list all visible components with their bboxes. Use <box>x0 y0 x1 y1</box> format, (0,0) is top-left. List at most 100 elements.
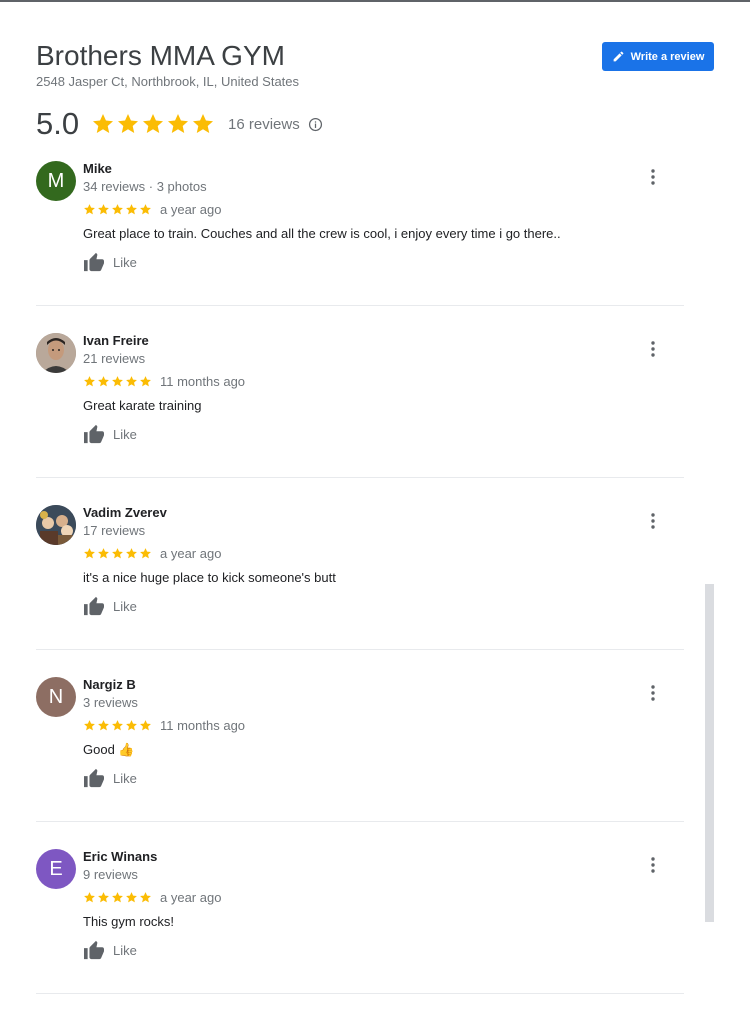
star-icon <box>126 204 137 215</box>
rating-stars <box>83 203 152 216</box>
thumbs-up-icon <box>83 252 105 272</box>
review-date: 11 months ago <box>160 718 246 733</box>
thumbs-up-icon <box>83 940 105 960</box>
star-icon <box>98 720 109 731</box>
more-options-icon[interactable] <box>644 684 662 702</box>
avatar-letter: M <box>47 169 65 192</box>
review-rating: a year ago <box>83 202 221 217</box>
star-icon <box>112 204 123 215</box>
star-icon <box>84 720 95 731</box>
divider <box>36 993 684 994</box>
thumbs-up-icon <box>83 424 105 444</box>
review-text: Great place to train. Couches and all th… <box>83 226 561 241</box>
more-options-icon[interactable] <box>644 168 662 186</box>
review-rating: 11 months ago <box>83 374 245 389</box>
pencil-icon <box>612 50 625 63</box>
reviewer-meta: 17 reviews <box>83 523 146 538</box>
star-icon <box>140 548 151 559</box>
star-icon <box>112 376 123 387</box>
thumbs-up-icon <box>83 596 105 616</box>
info-icon[interactable] <box>308 117 323 132</box>
like-button[interactable]: Like <box>83 940 137 960</box>
write-review-label: Write a review <box>630 50 705 63</box>
reviewer-name[interactable]: Nargiz B <box>83 677 136 692</box>
reviewer-meta: 34 reviews · 3 photos <box>83 179 207 194</box>
reviewer-name[interactable]: Ivan Freire <box>83 333 149 348</box>
review-rating: a year ago <box>83 546 221 561</box>
scrollbar-thumb[interactable] <box>705 584 714 922</box>
reviewer-name[interactable]: Eric Winans <box>83 849 157 864</box>
star-icon <box>84 892 95 903</box>
review-item: M Mike 34 reviews · 3 photos a year ago Grea… <box>36 152 684 324</box>
more-options-icon[interactable] <box>644 340 662 358</box>
review-text: it's a nice huge place to kick someone's… <box>83 570 336 585</box>
like-button[interactable]: Like <box>83 768 137 788</box>
review-item: Vadim Zverev 17 reviews a year ago it's a n… <box>36 496 684 668</box>
avatar[interactable] <box>36 505 76 545</box>
like-button[interactable]: Like <box>83 424 137 444</box>
write-review-button[interactable]: Write a review <box>602 42 714 71</box>
star-icon <box>140 720 151 731</box>
star-icon <box>140 892 151 903</box>
more-options-icon[interactable] <box>644 856 662 874</box>
avatar[interactable]: N <box>36 677 76 717</box>
review-date: a year ago <box>160 890 222 905</box>
star-icon <box>98 892 109 903</box>
like-label: Like <box>113 942 137 958</box>
thumbs-up-icon <box>83 768 105 788</box>
rating-stars <box>91 112 215 136</box>
review-item: N Nargiz B 3 reviews 11 months ago Good 👍 Lik… <box>36 668 684 840</box>
review-count: 16 reviews <box>228 115 300 133</box>
rating-stars <box>83 375 152 388</box>
divider <box>36 305 684 306</box>
rating-summary: 5.0 16 reviews <box>36 104 323 144</box>
star-icon <box>126 720 137 731</box>
star-icon <box>84 376 95 387</box>
star-icon <box>98 548 109 559</box>
reviewer-name[interactable]: Vadim Zverev <box>83 505 167 520</box>
review-item: E Eric Winans 9 reviews a year ago This gym … <box>36 840 684 1012</box>
star-icon <box>84 548 95 559</box>
top-border <box>0 0 750 2</box>
avatar[interactable] <box>36 333 76 373</box>
avatar-letter: N <box>48 685 64 708</box>
star-icon <box>126 548 137 559</box>
star-icon <box>168 114 188 133</box>
review-date: a year ago <box>160 546 222 561</box>
rating-stars <box>83 547 152 560</box>
review-rating: a year ago <box>83 890 221 905</box>
review-text: Good 👍 <box>83 742 135 757</box>
reviewer-name[interactable]: Mike <box>83 161 112 176</box>
reviewer-photo <box>36 505 76 545</box>
like-label: Like <box>113 426 137 442</box>
rating-stars <box>83 719 152 732</box>
like-button[interactable]: Like <box>83 252 137 272</box>
avatar[interactable]: M <box>36 161 76 201</box>
more-options-icon[interactable] <box>644 512 662 530</box>
like-button[interactable]: Like <box>83 596 137 616</box>
divider <box>36 649 684 650</box>
review-rating: 11 months ago <box>83 718 245 733</box>
review-item: Ivan Freire 21 reviews 11 months ago Great … <box>36 324 684 496</box>
avatar-letter: E <box>49 857 63 880</box>
review-text: Great karate training <box>83 398 202 413</box>
divider <box>36 821 684 822</box>
reviewer-meta: 9 reviews <box>83 867 138 882</box>
star-icon <box>118 114 138 133</box>
like-label: Like <box>113 254 137 270</box>
star-icon <box>112 892 123 903</box>
star-icon <box>98 376 109 387</box>
like-label: Like <box>113 598 137 614</box>
rating-stars <box>83 891 152 904</box>
star-icon <box>126 892 137 903</box>
reviewer-meta: 3 reviews <box>83 695 138 710</box>
reviewer-photo <box>36 333 76 373</box>
avatar[interactable]: E <box>36 849 76 889</box>
rating-value: 5.0 <box>36 106 80 141</box>
review-date: a year ago <box>160 202 222 217</box>
divider <box>36 477 684 478</box>
star-icon <box>193 114 213 133</box>
star-icon <box>84 204 95 215</box>
star-icon <box>98 204 109 215</box>
star-icon <box>112 720 123 731</box>
